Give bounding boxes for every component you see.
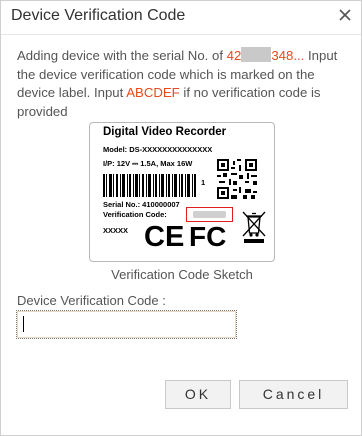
text-caret [23,316,24,332]
label-number: 1 [201,178,206,187]
verification-code-label: Device Verification Code : [17,293,166,308]
dialog-titlebar: Device Verification Code [1,1,361,35]
label-serial: Serial No.: 410000007 [103,200,180,209]
dialog-title: Device Verification Code [11,7,186,24]
code-blur [193,211,226,218]
sketch-caption: Verification Code Sketch [111,267,253,282]
close-icon[interactable] [336,6,354,24]
qr-code-icon [217,159,257,199]
label-model: Model: DS-XXXXXXXXXXXXXX [103,145,213,154]
weee-bin-icon [242,211,266,243]
label-verification: Verification Code: [103,210,167,219]
barcode-icon [103,174,196,197]
verification-code-input[interactable] [16,310,237,339]
ce-mark-text: CE [144,221,184,250]
ce-fc-marks-icon: CE FC [144,221,226,250]
device-label-sketch: Digital Video Recorder Model: DS-XXXXXXX… [89,122,275,262]
serial-suffix: 348... [271,48,305,63]
message-part1: Adding device with the serial No. of [17,48,227,63]
label-ip: I/P: 12V ⎓ 1.5A, Max 16W [103,159,193,168]
serial-prefix: 42 [226,48,242,63]
fc-mark-text: FC [189,221,226,250]
verification-dialog: Device Verification Code Adding device w… [0,0,362,436]
default-code: ABCDEF [126,85,180,100]
instruction-message: Adding device with the serial No. of 42 3… [17,47,352,121]
cancel-button[interactable]: Cancel [239,380,348,409]
serial-mask [241,47,272,62]
label-title: Digital Video Recorder [103,126,227,138]
ok-button[interactable]: OK [165,380,231,409]
label-xxxxx: XXXXX [103,226,129,235]
